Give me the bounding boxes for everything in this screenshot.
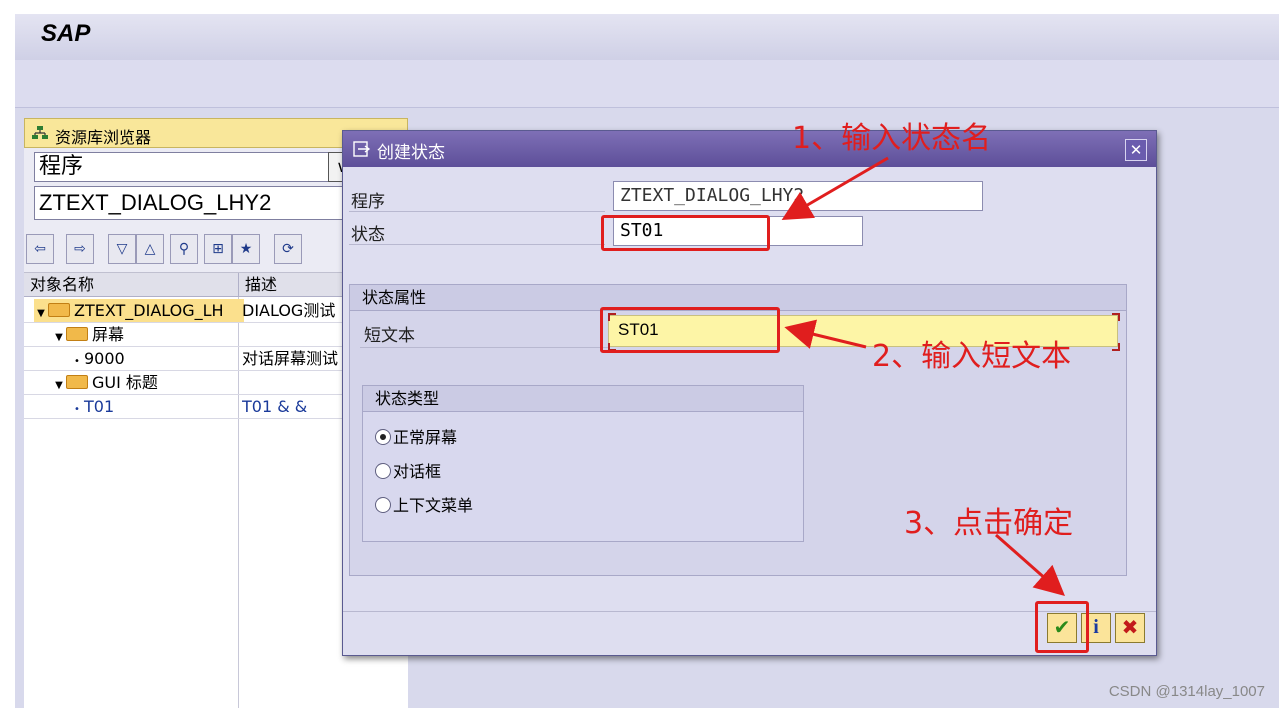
field-bracket (1112, 313, 1120, 321)
close-icon[interactable]: ✕ (1125, 139, 1147, 161)
radio-label: 对话框 (393, 462, 442, 481)
annotation-step-1: 1、输入状态名 (792, 121, 992, 156)
radio-label: 上下文菜单 (393, 496, 474, 515)
expanded-triangle-icon[interactable]: ▼ (34, 302, 48, 322)
cancel-x-button[interactable]: ✖ (1115, 613, 1145, 643)
dialog-title: 创建状态 (377, 143, 445, 163)
leaf-bullet-icon: • (74, 356, 80, 367)
create-document-icon (353, 141, 371, 157)
object-name-input[interactable]: ZTEXT_DIALOG_LHY2 (34, 186, 354, 220)
expand-all-icon[interactable]: ▽ (108, 234, 136, 264)
folder-open-icon (66, 375, 88, 389)
folder-open-icon (66, 327, 88, 341)
program-field: ZTEXT_DIALOG_LHY2 (613, 181, 983, 211)
sap-toolbar (15, 60, 1279, 108)
sap-title-bar: SAP (15, 14, 1279, 60)
radio-label: 正常屏幕 (393, 428, 458, 447)
dialog-title-bar[interactable]: 创建状态 ✕ (343, 131, 1156, 167)
short-text-label: 短文本 (364, 326, 415, 346)
tree-node-label: ZTEXT_DIALOG_LH (74, 301, 224, 320)
label-underline (349, 244, 605, 245)
annotation-box-short-text (600, 307, 780, 353)
folder-open-icon (48, 303, 70, 317)
expanded-triangle-icon[interactable]: ▼ (52, 326, 66, 346)
annotation-box-confirm (1035, 601, 1089, 653)
annotation-step-2: 2、输入短文本 (872, 339, 1072, 374)
back-arrow-icon[interactable]: ⇦ (26, 234, 54, 264)
status-type-title: 状态类型 (363, 386, 803, 412)
binoculars-icon[interactable]: ⚲ (170, 234, 198, 264)
repository-toolbar: ⇦ ⇨ ▽ △ ⚲ ⊞ ★ ⟳ (24, 234, 314, 266)
radio-unselected-icon[interactable] (375, 497, 391, 513)
csdn-watermark: CSDN @1314lay_1007 (1108, 683, 1265, 700)
collapse-all-icon[interactable]: △ (136, 234, 164, 264)
sap-logo: SAP (41, 20, 91, 47)
radio-context-menu[interactable]: 上下文菜单 (375, 492, 473, 516)
object-type-select[interactable]: 程序 (34, 152, 332, 182)
tree-node-label: GUI 标题 (92, 373, 158, 392)
annotation-box-status (601, 215, 770, 251)
annotation-step-3: 3、点击确定 (904, 506, 1074, 541)
radio-selected-icon[interactable] (375, 429, 391, 445)
radio-normal-screen[interactable]: 正常屏幕 (375, 424, 457, 448)
expanded-triangle-icon[interactable]: ▼ (52, 374, 66, 394)
field-bracket (1112, 343, 1120, 351)
hierarchy-icon[interactable]: ⊞ (204, 234, 232, 264)
hierarchy-icon (32, 126, 48, 139)
radio-unselected-icon[interactable] (375, 463, 391, 479)
label-underline (349, 211, 605, 212)
repository-browser-title: 资源库浏览器 (55, 128, 152, 147)
column-header-object-name[interactable]: 对象名称 (24, 273, 239, 297)
status-type-group: 状态类型 正常屏幕 对话框 上下文菜单 (362, 385, 804, 542)
tree-node-label: T01 (84, 397, 115, 416)
leaf-bullet-icon: • (74, 404, 80, 415)
favorites-star-icon[interactable]: ★ (232, 234, 260, 264)
forward-arrow-icon[interactable]: ⇨ (66, 234, 94, 264)
tree-node-label: 屏幕 (92, 325, 125, 344)
radio-dialog-box[interactable]: 对话框 (375, 458, 441, 482)
label-underline (360, 347, 608, 348)
status-label: 状态 (351, 225, 385, 245)
refresh-icon[interactable]: ⟳ (274, 234, 302, 264)
create-status-dialog: 创建状态 ✕ 程序 ZTEXT_DIALOG_LHY2 状态 ST01 状态属性… (342, 130, 1157, 656)
tree-node-label: 9000 (84, 349, 125, 368)
program-label: 程序 (351, 192, 385, 212)
